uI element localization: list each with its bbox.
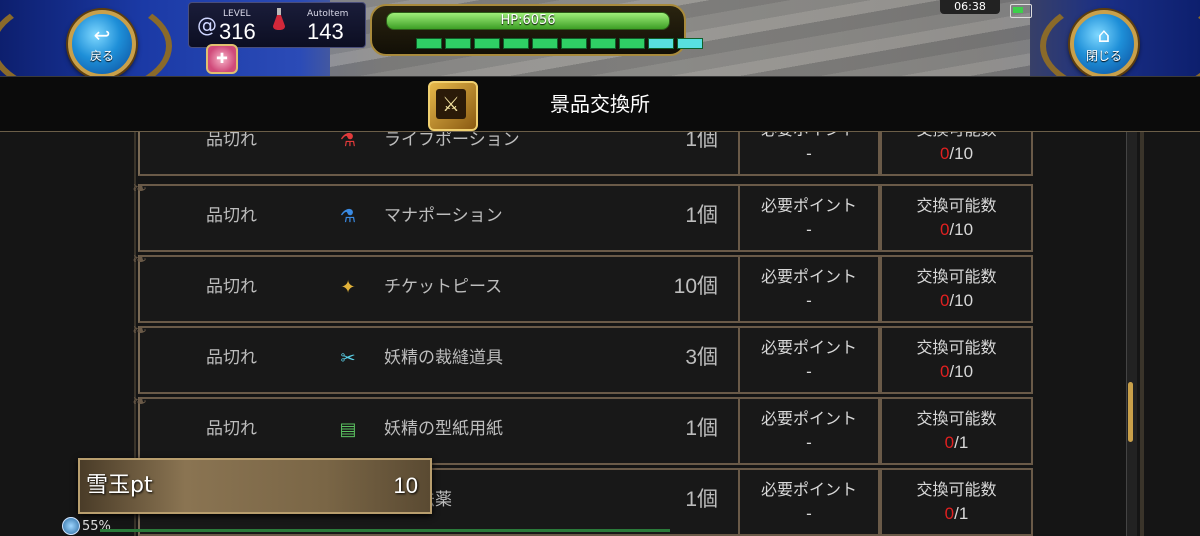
battery-icon: [1010, 4, 1032, 18]
clock: 06:38: [940, 0, 1000, 14]
back-button[interactable]: ↩ 戻る: [68, 10, 136, 76]
item-quantity: 1個: [685, 417, 718, 440]
required-points-box: 必要ポイント -: [738, 397, 880, 465]
exchange-count-value: 0/1: [882, 433, 1031, 453]
progress-line: [100, 529, 670, 532]
level-value: 316: [219, 19, 256, 44]
page-title: 景品交換所: [0, 77, 1200, 131]
exchange-count-label: 交換可能数: [916, 409, 997, 428]
list-item[interactable]: ❧❧品切れ✂妖精の裁縫道具3個必要ポイント-交換可能数0/10: [132, 320, 1033, 394]
stamina-pips: [416, 38, 703, 49]
swirl-icon: @: [197, 13, 217, 37]
required-points-value: -: [806, 220, 812, 239]
scissors-icon: ✂: [340, 347, 356, 369]
list-item[interactable]: ❧❧品切れ⚗マナポーション1個必要ポイント-交換可能数0/10: [132, 178, 1033, 252]
required-points-box: 必要ポイント -: [738, 184, 880, 252]
points-value: 10: [393, 473, 418, 498]
points-panel: 雪玉pt 10: [78, 458, 432, 514]
stock-status: 品切れ: [206, 348, 257, 368]
progress-gear-icon: [62, 517, 80, 535]
exchange-count-label: 交換可能数: [916, 480, 997, 499]
exchange-count-label: 交換可能数: [916, 196, 997, 215]
item-quantity: 1個: [685, 488, 718, 511]
required-points-box: 必要ポイント -: [738, 255, 880, 323]
exchange-used: 0: [944, 433, 955, 452]
stock-status: 品切れ: [206, 419, 257, 439]
required-points-label: 必要ポイント: [760, 338, 857, 357]
gift-icon[interactable]: ✚: [206, 44, 238, 74]
corner-ornament: ❧: [132, 391, 148, 412]
exchange-max: /1: [954, 433, 969, 452]
exchange-count-box: 交換可能数 0/1: [880, 468, 1033, 536]
exchange-used: 0: [944, 504, 955, 523]
top-hud: ↩ 戻る @ LEVEL 316 AutoItem 143 ✚ HP:6056 …: [0, 0, 1200, 76]
stock-status: 品切れ: [206, 206, 257, 226]
item-name: 妖精の裁縫道具: [384, 348, 503, 368]
required-points-value: -: [806, 433, 812, 452]
item-quantity: 1個: [685, 204, 718, 227]
exchange-count-label: 交換可能数: [916, 267, 997, 286]
required-points-value: -: [806, 144, 812, 163]
autoitem-potion-icon: [273, 8, 285, 30]
exchange-count-value: 0/10: [882, 144, 1031, 164]
required-points-value: -: [806, 362, 812, 381]
exchange-max: /10: [949, 144, 974, 163]
back-label: 戻る: [89, 48, 114, 63]
required-points-value: -: [806, 504, 812, 523]
required-points-label: 必要ポイント: [760, 480, 857, 499]
item-name: チケットピース: [384, 277, 503, 297]
hp-text: HP:6056: [500, 13, 556, 28]
close-label: 閉じる: [1085, 48, 1122, 63]
required-points-label: 必要ポイント: [760, 267, 857, 286]
required-points-box: 必要ポイント -: [738, 468, 880, 536]
exchange-max: /10: [949, 291, 974, 310]
corner-ornament: ❧: [132, 249, 148, 270]
exchange-used: 0: [939, 144, 950, 163]
page-title-text: 景品交換所: [550, 92, 650, 116]
required-points-box: 必要ポイント -: [738, 326, 880, 394]
required-points-value: -: [806, 291, 812, 310]
exchange-count-value: 0/10: [882, 220, 1031, 240]
stock-status: 品切れ: [206, 277, 257, 297]
progress-indicator: 55%: [62, 516, 111, 536]
autoitem-caption: AutoItem: [307, 9, 349, 19]
item-name: マナポーション: [384, 206, 503, 226]
paper-icon: ▤: [339, 418, 357, 440]
exchange-used: 0: [939, 291, 950, 310]
exchange-used: 0: [939, 220, 950, 239]
item-quantity: 10個: [673, 275, 718, 298]
list-item[interactable]: ❧❧品切れ▤妖精の型紙用紙1個必要ポイント-交換可能数0/1: [132, 391, 1033, 465]
exchange-count-box: 交換可能数 0/10: [880, 255, 1033, 323]
close-button[interactable]: ⌂ 閉じる: [1070, 10, 1138, 76]
exchange-count-value: 0/1: [882, 504, 1031, 524]
item-quantity: 3個: [685, 346, 718, 369]
exchange-count-label: 交換可能数: [916, 338, 997, 357]
hp-bar: HP:6056: [386, 12, 670, 30]
exchange-count-value: 0/10: [882, 291, 1031, 311]
corner-ornament: ❧: [132, 320, 148, 341]
required-points-label: 必要ポイント: [760, 409, 857, 428]
back-arrow-icon: ↩: [93, 22, 111, 47]
home-icon: ⌂: [1097, 22, 1111, 47]
list-item[interactable]: ❧❧品切れ✦チケットピース10個必要ポイント-交換可能数0/10: [132, 249, 1033, 323]
exchange-count-value: 0/10: [882, 362, 1031, 382]
level-caption: LEVEL: [223, 9, 251, 19]
blue-potion-icon: ⚗: [339, 205, 357, 227]
corner-ornament: ❧: [132, 178, 148, 199]
exchange-count-box: 交換可能数 0/10: [880, 184, 1033, 252]
exchange-used: 0: [939, 362, 950, 381]
exchange-count-box: 交換可能数 0/1: [880, 397, 1033, 465]
exchange-count-box: 交換可能数 0/10: [880, 326, 1033, 394]
exchange-max: /10: [949, 362, 974, 381]
exchange-max: /10: [949, 220, 974, 239]
hp-frame: HP:6056: [370, 4, 703, 56]
autoitem-value: 143: [307, 19, 344, 44]
required-points-label: 必要ポイント: [760, 196, 857, 215]
points-name: 雪玉pt: [86, 473, 153, 498]
exchange-max: /1: [954, 504, 969, 523]
item-name: 妖精の型紙用紙: [384, 419, 503, 439]
title-bar: ⚔ 景品交換所: [0, 76, 1200, 133]
ticket-piece-icon: ✦: [340, 276, 356, 298]
